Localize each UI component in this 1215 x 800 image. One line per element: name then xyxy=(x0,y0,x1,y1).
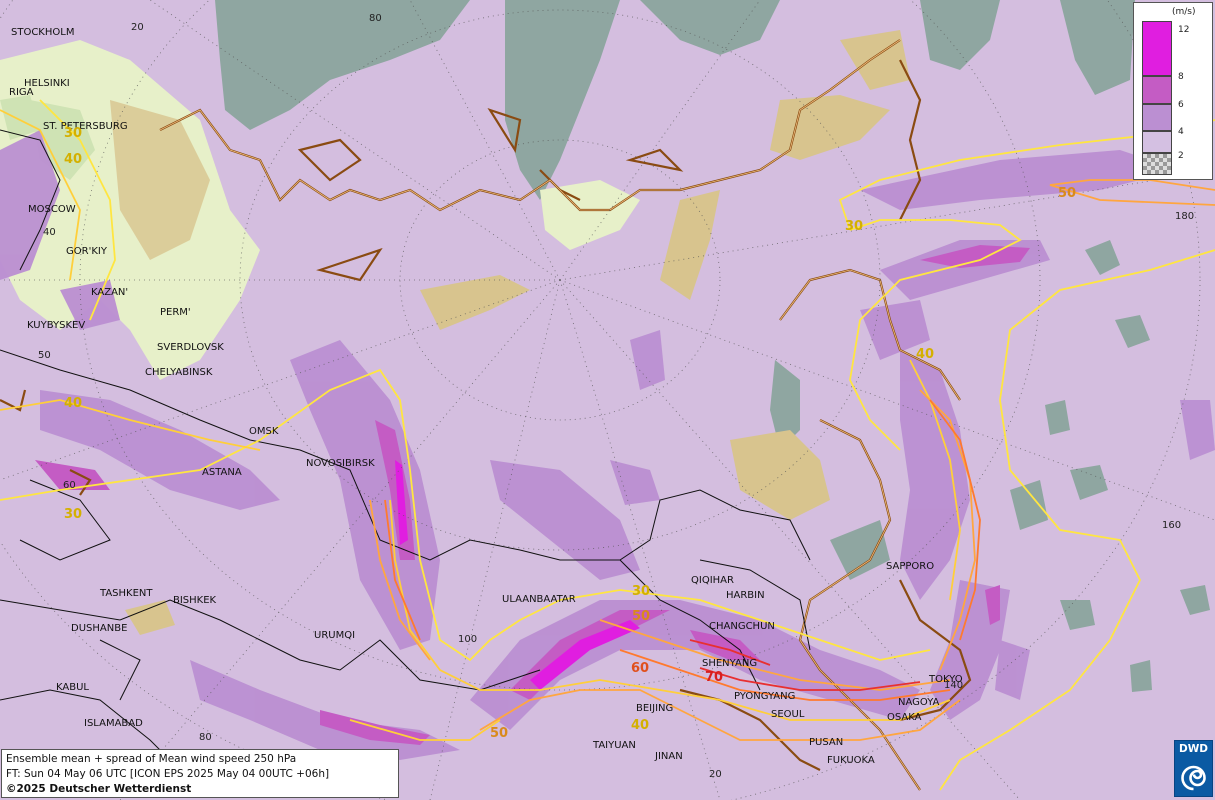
graticule-label: 180 xyxy=(1175,211,1195,222)
city-label: STOCKHOLM xyxy=(11,27,75,38)
legend-label: 2 xyxy=(1178,151,1184,161)
legend-swatch-checker xyxy=(1142,153,1172,175)
city-label: ISLAMABAD xyxy=(84,718,143,729)
city-label: PUSAN xyxy=(809,737,844,748)
contour-label: 30 xyxy=(64,507,83,522)
city-label: SVERDLOVSK xyxy=(157,342,224,353)
city-label: SEOUL xyxy=(771,709,805,720)
city-label: ST. PETERSBURG xyxy=(43,121,128,132)
city-label: RIGA xyxy=(9,87,34,98)
city-label: SHENYANG xyxy=(702,658,758,669)
graticule-label: 140 xyxy=(944,680,964,691)
legend-label: 8 xyxy=(1178,72,1184,82)
contour-label: 50 xyxy=(632,609,651,624)
city-label: BEIJING xyxy=(636,703,674,714)
legend-swatch xyxy=(1142,21,1172,76)
city-label: OMSK xyxy=(249,426,279,437)
legend-label: 4 xyxy=(1178,127,1184,137)
city-label: CHANGCHUN xyxy=(709,621,775,632)
contour-label: 30 xyxy=(632,584,651,599)
legend-label: 6 xyxy=(1178,100,1184,110)
legend-swatch xyxy=(1142,104,1172,131)
color-legend: (m/s) 12 8 6 4 2 xyxy=(1133,2,1213,180)
city-label: BISHKEK xyxy=(173,595,217,606)
graticule-label: 40 xyxy=(43,227,56,238)
city-label: JINAN xyxy=(655,751,683,762)
city-label: URUMQI xyxy=(314,630,356,641)
city-label: CHELYABINSK xyxy=(145,367,213,378)
city-label: OSAKA xyxy=(887,712,922,723)
city-label: NAGOYA xyxy=(898,697,940,708)
city-label: FUKUOKA xyxy=(827,755,875,766)
city-label: MOSCOW xyxy=(28,204,76,215)
city-label: PERM' xyxy=(160,307,191,318)
contour-label: 50 xyxy=(490,726,509,741)
contour-label: 50 xyxy=(1058,186,1077,201)
graticule-label: 60 xyxy=(63,480,76,491)
city-label: QIQIHAR xyxy=(691,575,734,586)
info-title: Ensemble mean + spread of Mean wind spee… xyxy=(6,753,297,765)
info-copyright: ©2025 Deutscher Wetterdienst xyxy=(6,783,192,795)
city-label: KABUL xyxy=(56,682,89,693)
legend-swatch xyxy=(1142,131,1172,153)
city-label: TAIYUAN xyxy=(593,740,636,751)
city-label: ULAANBAATAR xyxy=(502,594,576,605)
weather-map: STOCKHOLM HELSINKI RIGA ST. PETERSBURG M… xyxy=(0,0,1215,800)
legend-label: 12 xyxy=(1178,25,1190,35)
graticule-label: 20 xyxy=(709,769,722,780)
contour-label: 30 xyxy=(845,219,864,234)
swirl-icon xyxy=(1181,765,1206,791)
legend-unit: (m/s) xyxy=(1172,7,1196,17)
city-label: ASTANA xyxy=(202,467,242,478)
city-label: DUSHANBE xyxy=(71,623,128,634)
graticule-label: 80 xyxy=(369,13,382,24)
contour-label: 40 xyxy=(64,396,83,411)
city-label: NOVOSIBIRSK xyxy=(306,458,375,469)
graticule-label: 20 xyxy=(131,22,144,33)
city-label: KAZAN' xyxy=(91,287,129,298)
city-label: PYONGYANG xyxy=(734,691,796,702)
graticule-label: 80 xyxy=(199,732,212,743)
contour-label: 40 xyxy=(64,152,83,167)
contour-label: 40 xyxy=(916,347,935,362)
contour-label: 60 xyxy=(631,661,650,676)
legend-swatch xyxy=(1142,76,1172,104)
city-label: TASHKENT xyxy=(100,588,153,599)
graticule-label: 160 xyxy=(1162,520,1182,531)
contour-label: 70 xyxy=(705,670,724,685)
info-box: Ensemble mean + spread of Mean wind spee… xyxy=(1,749,399,798)
contour-label: 40 xyxy=(631,718,650,733)
city-label: SAPPORO xyxy=(886,561,935,572)
contour-label: 30 xyxy=(64,126,83,141)
city-label: KUYBYSKEV xyxy=(27,320,86,331)
dwd-logo: DWD xyxy=(1174,740,1213,797)
graticule-label: 100 xyxy=(458,634,478,645)
city-label: HARBIN xyxy=(726,590,765,601)
info-forecast-time: FT: Sun 04 May 06 UTC [ICON EPS 2025 May… xyxy=(6,768,330,780)
graticule-label: 50 xyxy=(38,350,51,361)
city-label: GOR'KIY xyxy=(66,246,107,257)
map-canvas xyxy=(0,0,1215,800)
